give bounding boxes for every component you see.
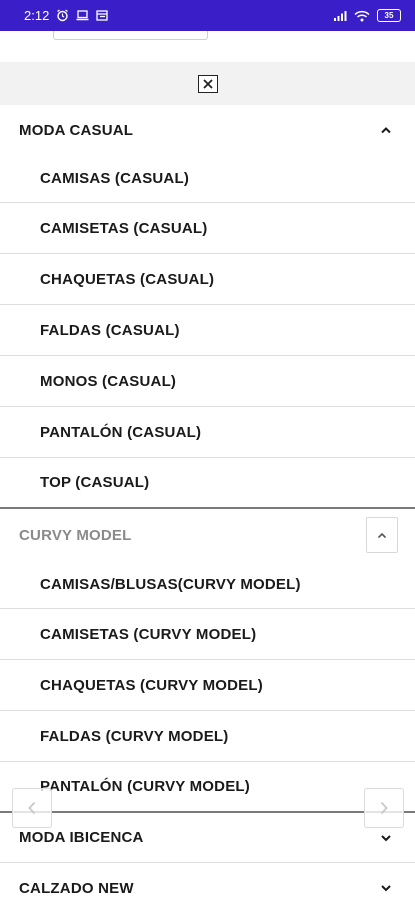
chevron-down-icon[interactable] xyxy=(377,829,395,847)
menu-item-label: CAMISETAS (CURVY MODEL) xyxy=(40,625,257,643)
alarm-icon xyxy=(56,9,69,22)
menu-item[interactable]: CAMISETAS (CASUAL) xyxy=(0,203,415,254)
chevron-up-icon[interactable] xyxy=(377,121,395,139)
wifi-icon xyxy=(354,10,370,22)
section-title: MODA IBICENCA xyxy=(19,829,144,846)
header-remnant xyxy=(0,31,415,62)
battery-icon: 35 xyxy=(377,9,401,22)
menu-item[interactable]: CAMISAS/BLUSAS(CURVY MODEL) xyxy=(0,561,415,609)
signal-icon xyxy=(333,10,347,22)
menu-item[interactable]: CHAQUETAS (CASUAL) xyxy=(0,254,415,305)
menu-item[interactable]: FALDAS (CASUAL) xyxy=(0,305,415,356)
menu-item-label: CAMISETAS (CASUAL) xyxy=(40,219,208,237)
close-menu-button[interactable] xyxy=(197,74,218,93)
chevron-left-icon xyxy=(28,801,36,815)
menu-item-label: MONOS (CASUAL) xyxy=(40,372,177,390)
section-title: CALZADO NEW xyxy=(19,879,134,897)
window-icon xyxy=(96,10,108,21)
carousel-prev-button[interactable] xyxy=(12,788,52,828)
menu-item-label: PANTALÓN (CASUAL) xyxy=(40,423,202,441)
category-menu: MODA CASUAL CAMISAS (CASUAL) CAMISETAS (… xyxy=(0,105,415,913)
chevron-right-icon xyxy=(380,801,388,815)
status-bar: 2:12 35 xyxy=(0,0,415,31)
chevron-up-icon xyxy=(377,532,387,538)
menu-item-label: FALDAS (CURVY MODEL) xyxy=(40,727,229,745)
section-title: CURVY MODEL xyxy=(19,526,132,544)
menu-item-label: CAMISAS (CASUAL) xyxy=(40,170,190,187)
section-title: MODA CASUAL xyxy=(19,121,134,139)
section-header-calzado-new[interactable]: CALZADO NEW xyxy=(0,863,415,913)
section-header-moda-ibicenca[interactable]: MODA IBICENCA xyxy=(0,813,415,863)
menu-item[interactable]: CAMISETAS (CURVY MODEL) xyxy=(0,609,415,660)
menu-item-label: FALDAS (CASUAL) xyxy=(40,321,180,339)
menu-item-label: CHAQUETAS (CURVY MODEL) xyxy=(40,676,263,694)
menu-item-label: TOP (CASUAL) xyxy=(40,474,150,491)
status-bar-left: 2:12 xyxy=(24,8,108,23)
menu-item[interactable]: PANTALÓN (CASUAL) xyxy=(0,407,415,458)
search-field-remnant[interactable] xyxy=(53,31,208,40)
menu-close-bar xyxy=(0,62,415,105)
menu-item-label: CAMISAS/BLUSAS(CURVY MODEL) xyxy=(40,576,301,593)
menu-item-label: PANTALÓN (CURVY MODEL) xyxy=(40,778,250,795)
close-icon xyxy=(202,78,213,89)
collapse-button[interactable] xyxy=(366,517,398,553)
carousel-next-button[interactable] xyxy=(364,788,404,828)
menu-item[interactable]: FALDAS (CURVY MODEL) xyxy=(0,711,415,762)
chevron-down-icon[interactable] xyxy=(377,879,395,897)
menu-item[interactable]: CHAQUETAS (CURVY MODEL) xyxy=(0,660,415,711)
status-bar-right: 35 xyxy=(333,9,401,22)
menu-item[interactable]: TOP (CASUAL) xyxy=(0,458,415,509)
menu-item-label: CHAQUETAS (CASUAL) xyxy=(40,270,215,288)
section-header-moda-casual[interactable]: MODA CASUAL xyxy=(0,105,415,155)
menu-item[interactable]: PANTALÓN (CURVY MODEL) xyxy=(0,762,415,813)
menu-item[interactable]: CAMISAS (CASUAL) xyxy=(0,155,415,203)
status-time: 2:12 xyxy=(24,8,50,23)
laptop-icon xyxy=(76,10,89,21)
section-header-curvy-model[interactable]: CURVY MODEL xyxy=(0,509,415,561)
menu-item[interactable]: MONOS (CASUAL) xyxy=(0,356,415,407)
